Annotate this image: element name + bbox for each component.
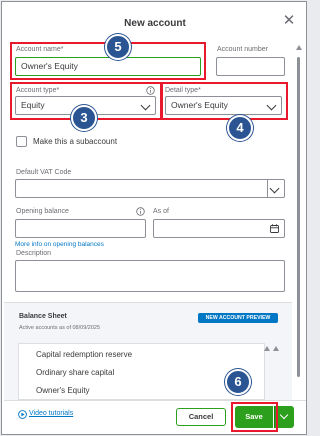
account-number-label: Account number: [217, 46, 268, 53]
account-number-input[interactable]: [216, 57, 285, 76]
scroll-up-icon[interactable]: [296, 45, 302, 50]
subaccount-checkbox[interactable]: [16, 136, 27, 147]
balance-sheet-title: Balance Sheet: [19, 313, 67, 320]
scrollbar[interactable]: [295, 45, 303, 397]
step-badge-6: 6: [225, 369, 251, 395]
vat-code-label: Default VAT Code: [16, 169, 72, 176]
list-item: Capital redemption reserve: [36, 350, 133, 359]
subaccount-label: Make this a subaccount: [33, 137, 118, 146]
chevron-down-icon: [269, 183, 280, 194]
list-item: Ordinary share capital: [36, 368, 115, 377]
scroll-up-icon[interactable]: [273, 346, 279, 351]
step-badge-5: 5: [105, 34, 131, 60]
step-badge-3: 3: [71, 105, 97, 131]
info-icon: [136, 207, 145, 216]
opening-balance-label: Opening balance: [16, 208, 69, 215]
balance-sheet-subtitle: Active accounts as of 08/09/2025: [19, 325, 101, 331]
cancel-button[interactable]: Cancel: [176, 408, 226, 426]
scrollbar-thumb[interactable]: [297, 57, 300, 377]
play-circle-icon[interactable]: [18, 410, 27, 419]
highlight-box-detail-type: [161, 82, 288, 120]
close-icon[interactable]: ✕: [281, 13, 297, 29]
description-textarea[interactable]: [15, 260, 285, 292]
step-badge-4: 4: [227, 115, 253, 141]
dialog-title: New account: [124, 18, 186, 29]
list-item: Owner's Equity: [36, 386, 90, 395]
description-label: Description: [16, 250, 52, 257]
new-account-dialog: New account ✕ Account name* Owner's Equi…: [1, 1, 307, 435]
as-of-date-input[interactable]: [153, 219, 285, 238]
opening-balance-info-link[interactable]: More info on opening balances: [15, 241, 104, 248]
highlight-box-save: [231, 402, 278, 432]
as-of-label: As of: [153, 208, 169, 215]
opening-balance-input[interactable]: [15, 219, 146, 238]
video-tutorials-link[interactable]: Video tutorials: [29, 410, 73, 417]
scroll-up-icon[interactable]: [264, 346, 270, 351]
calendar-icon[interactable]: [270, 224, 279, 233]
vat-code-select[interactable]: [15, 179, 285, 198]
select-divider: [267, 180, 268, 197]
new-account-preview-button[interactable]: NEW ACCOUNT PREVIEW: [198, 313, 278, 323]
chevron-down-icon: [279, 410, 289, 420]
